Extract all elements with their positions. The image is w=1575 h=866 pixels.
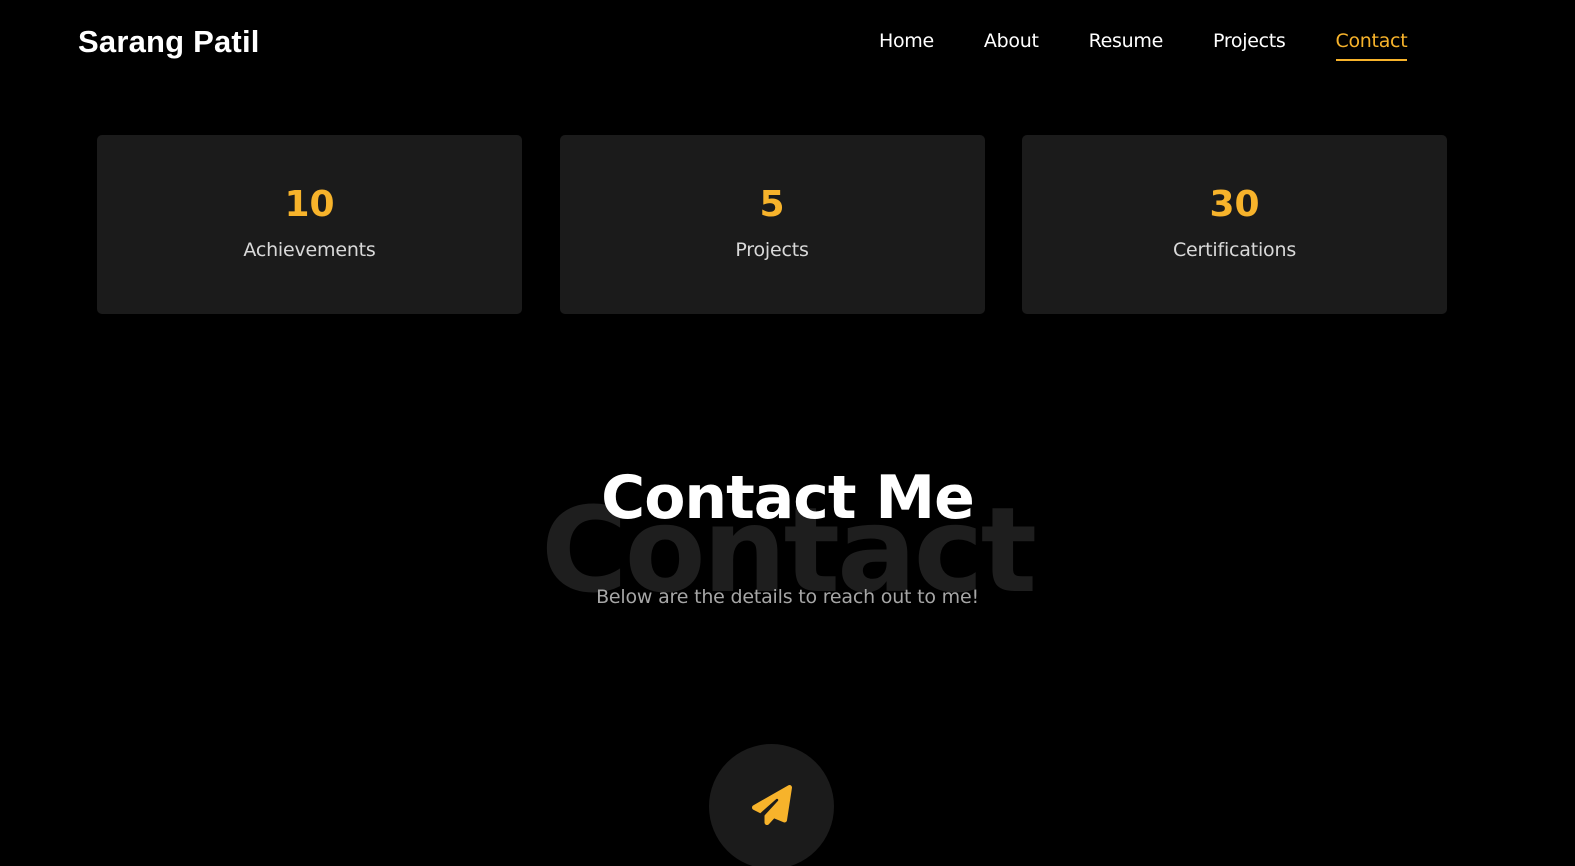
stat-value: 30 [1209,184,1260,225]
stat-card-achievements: 10 Achievements [97,135,522,314]
brand-logo[interactable]: Sarang Patil [78,24,260,60]
nav-about[interactable]: About [984,30,1039,61]
paper-plane-icon [751,784,792,829]
contact-section: Contact Contact Me Below are the details… [0,460,1575,630]
nav-resume[interactable]: Resume [1089,30,1164,61]
stat-label: Certifications [1172,239,1297,261]
stat-card-certifications: 30 Certifications [1022,135,1447,314]
nav-contact[interactable]: Contact [1335,30,1408,61]
page: Sarang Patil Home About Resume Projects … [0,0,1575,866]
send-message-button[interactable] [709,744,834,866]
section-subtitle: Below are the details to reach out to me… [596,585,979,608]
stat-label: Projects [735,239,809,261]
stat-label: Achievements [243,239,376,261]
main-nav: Home About Resume Projects Contact [879,30,1457,61]
section-title: Contact Me [601,463,975,533]
stat-card-projects: 5 Projects [559,135,985,314]
nav-home[interactable]: Home [879,30,934,61]
stat-value: 10 [284,184,335,225]
nav-projects[interactable]: Projects [1213,30,1286,61]
stat-value: 5 [759,184,785,225]
stats-row: 10 Achievements 5 Projects 30 Certificat… [97,135,1447,314]
